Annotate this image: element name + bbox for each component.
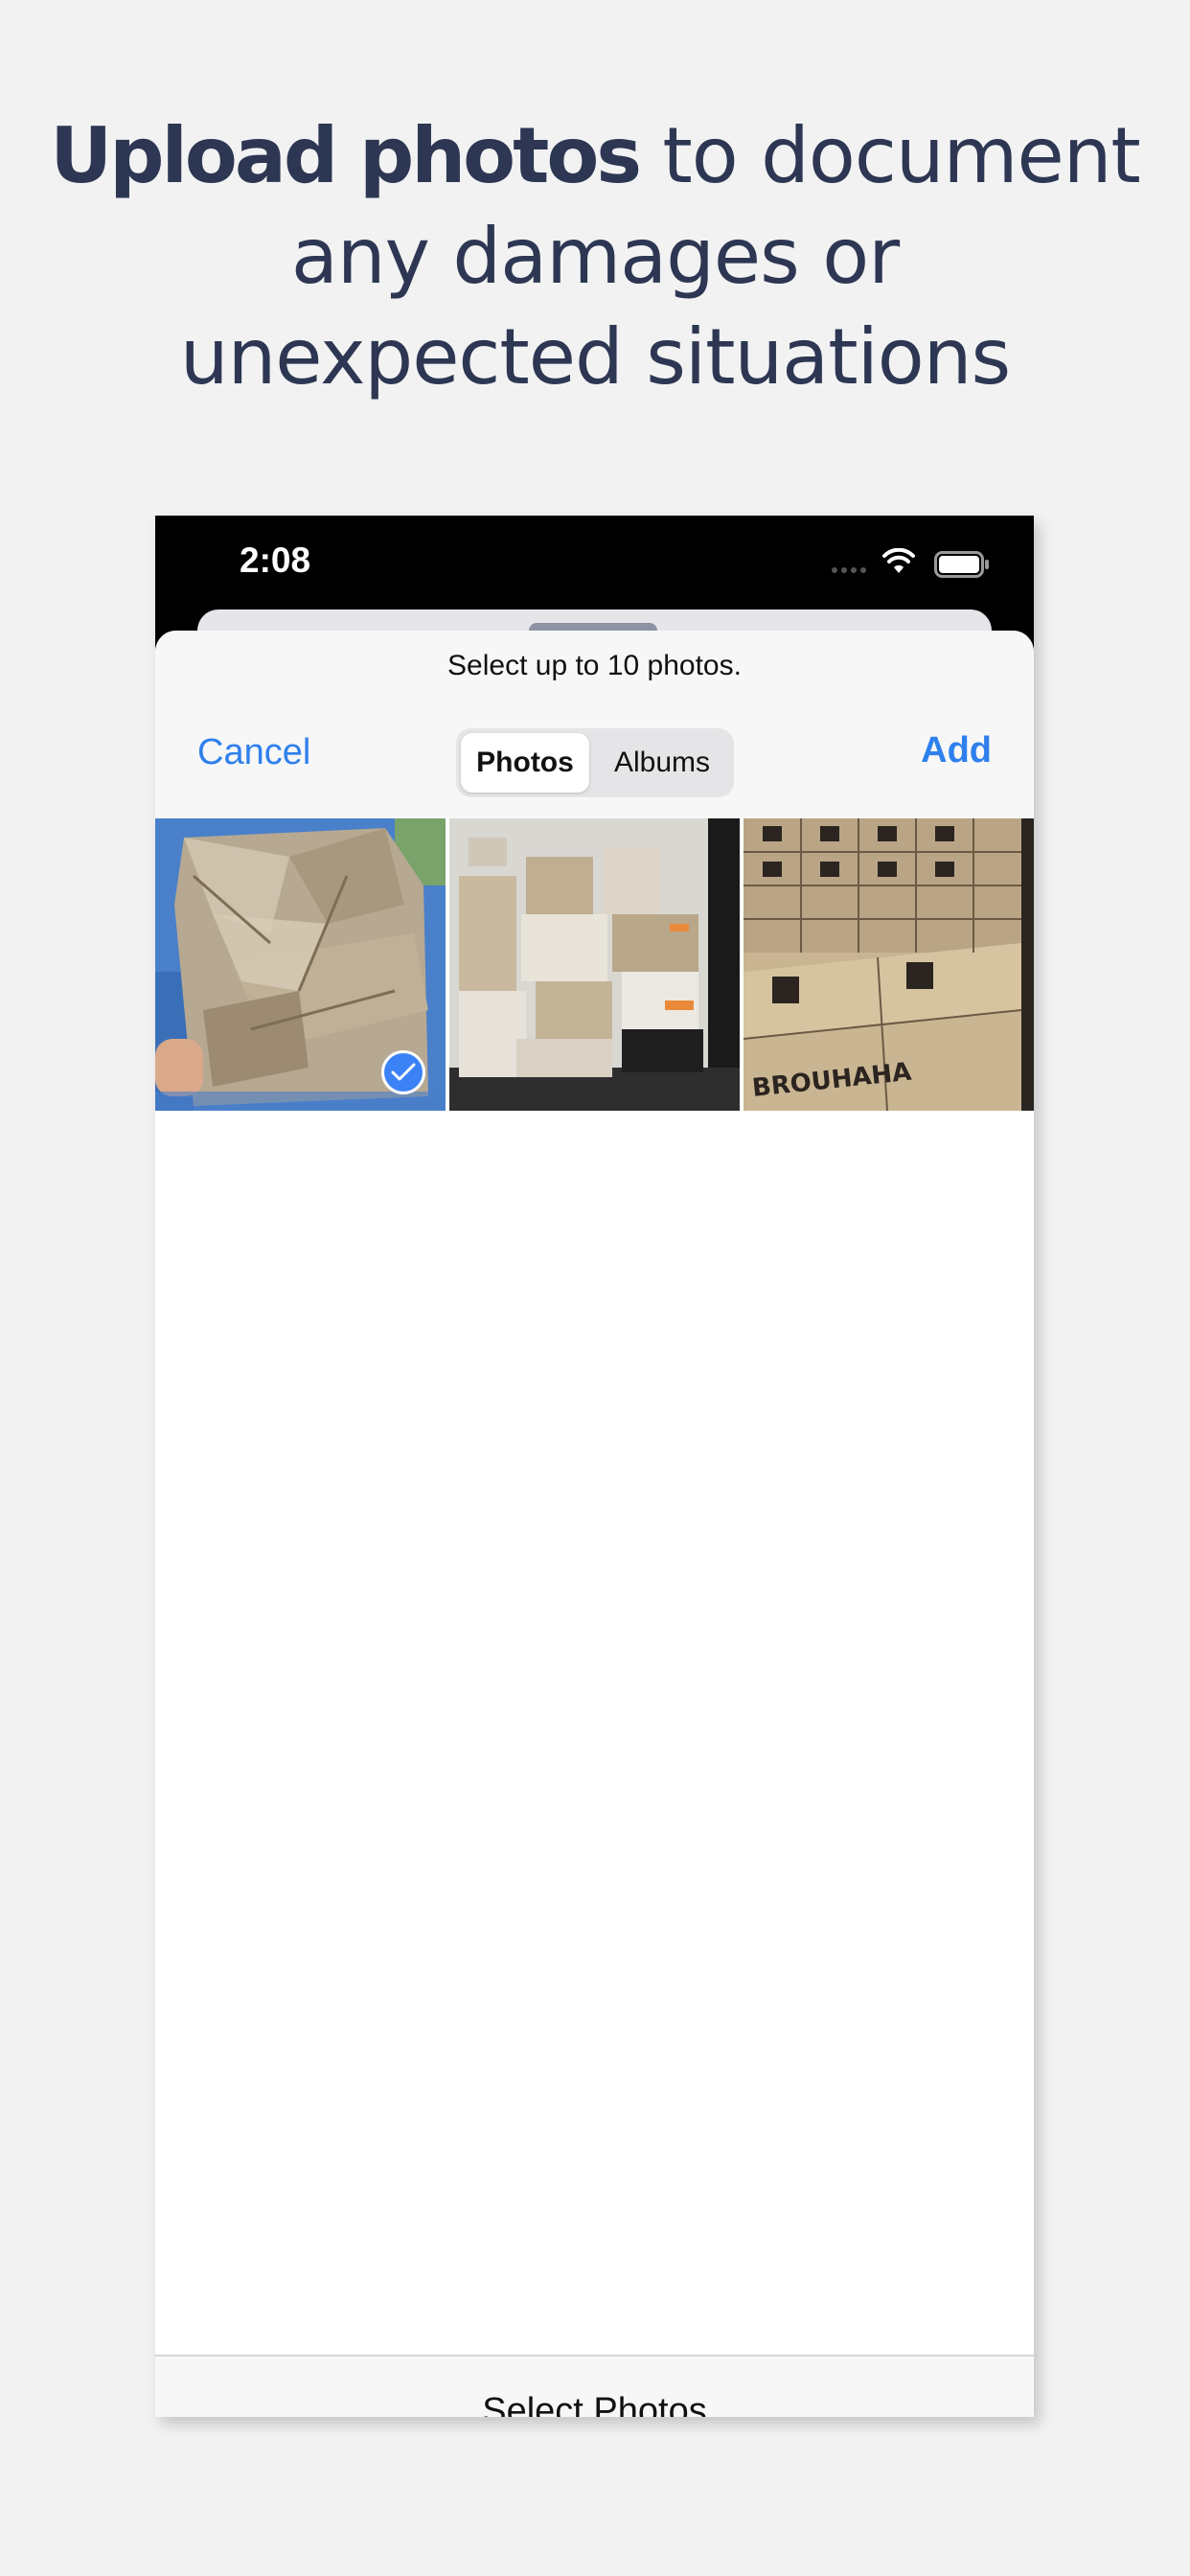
cellular-signal-icon xyxy=(832,567,866,573)
phone-frame: 2:08 Select up to 10 photos. Cancel Phot… xyxy=(155,516,1034,2417)
picker-header: Select up to 10 photos. Cancel Photos Al… xyxy=(155,631,1034,818)
headline: Upload photos to document any damages or… xyxy=(0,105,1190,407)
headline-line-1-rest: to document xyxy=(638,111,1140,200)
selection-prompt: Select up to 10 photos. xyxy=(447,650,742,681)
photo-thumbnail-warehouse-boxes[interactable]: BROUHAHA xyxy=(744,818,1034,1111)
wifi-icon xyxy=(882,548,915,573)
add-button[interactable]: Add xyxy=(921,730,992,771)
stacked-packages-image xyxy=(449,818,740,1111)
selected-check-icon xyxy=(381,1050,425,1094)
headline-line-3: unexpected situations xyxy=(179,312,1011,402)
tab-albums[interactable]: Albums xyxy=(595,733,729,793)
tab-photos[interactable]: Photos xyxy=(461,733,589,793)
cancel-button[interactable]: Cancel xyxy=(197,732,310,773)
battery-icon xyxy=(934,551,989,578)
photo-thumbnail-stacked-packages[interactable] xyxy=(449,818,740,1111)
warehouse-boxes-image: BROUHAHA xyxy=(744,818,1034,1111)
headline-line-1: Upload photos to document xyxy=(0,105,1190,206)
select-photos-button[interactable]: Select Photos xyxy=(155,2391,1034,2417)
headline-line-2: any damages or xyxy=(290,212,900,301)
status-time: 2:08 xyxy=(240,540,311,580)
photo-picker-sheet: Select up to 10 photos. Cancel Photos Al… xyxy=(155,631,1034,2417)
photo-thumbnail-damaged-box[interactable] xyxy=(155,818,446,1111)
headline-bold: Upload photos xyxy=(50,111,642,200)
source-segmented-control: Photos Albums xyxy=(456,728,734,797)
bottom-toolbar: Select Photos xyxy=(155,2355,1034,2417)
